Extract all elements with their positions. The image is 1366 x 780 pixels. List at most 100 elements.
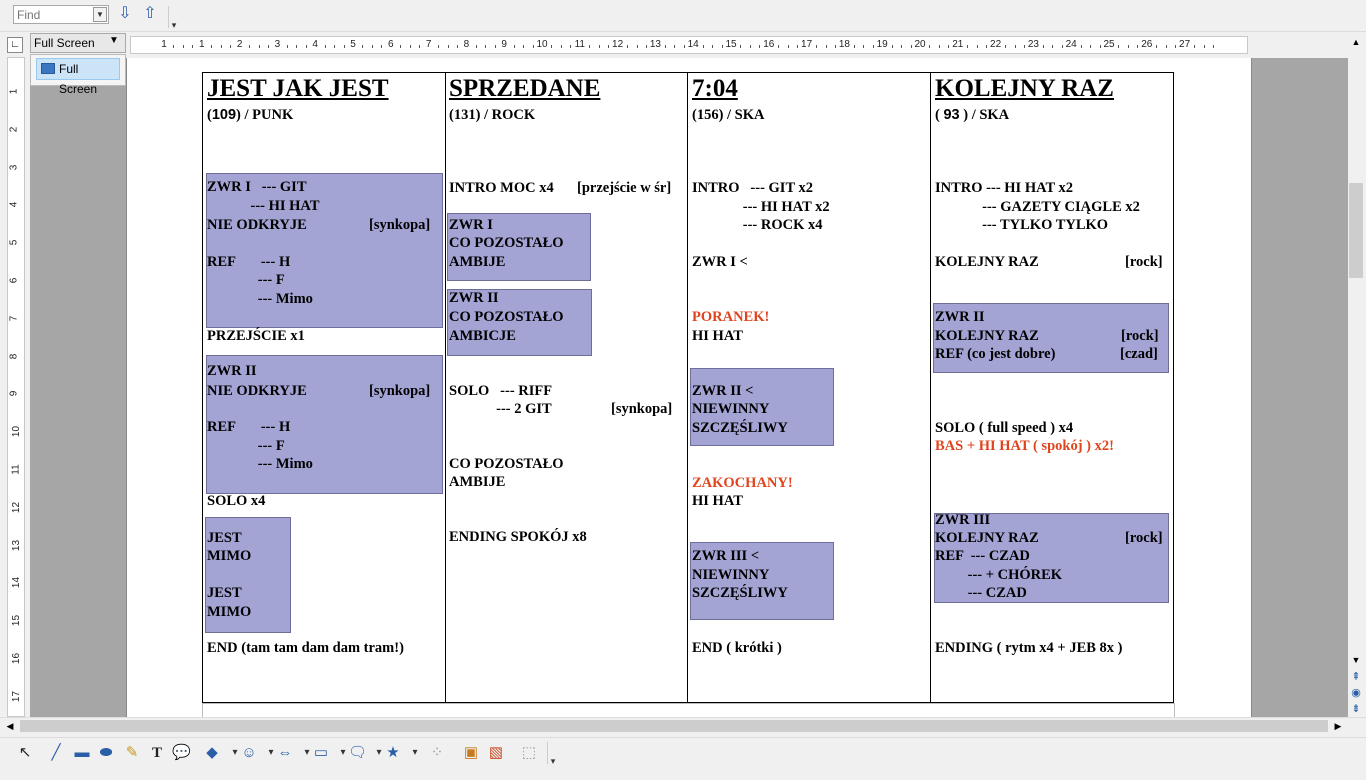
find-field[interactable]: ▼ xyxy=(13,5,109,24)
scroll-left-icon[interactable]: ◀ xyxy=(3,720,17,732)
ruler-number: 4 xyxy=(312,39,318,50)
song-title: KOLEJNY RAZ xyxy=(935,75,1114,102)
zoom-option-label: Full Screen xyxy=(59,62,98,96)
vertical-scroll-thumb[interactable] xyxy=(1349,183,1363,278)
ruler-tick xyxy=(1165,45,1167,48)
ruler-tick xyxy=(1203,45,1205,48)
section-line: --- 2 GIT xyxy=(449,401,552,417)
section-line: ENDING SPOKÓJ x8 xyxy=(449,529,587,545)
section-line: AMBICJE xyxy=(449,328,516,344)
previous-page-icon[interactable]: ⇞ xyxy=(1349,670,1363,684)
section-line: SOLO x4 xyxy=(207,493,266,509)
song-table: JEST JAK JEST (109) / PUNK ZWR I --- GIT… xyxy=(202,72,1174,703)
rectangle-icon[interactable]: ▬ xyxy=(73,744,91,762)
stars-icon[interactable]: ★ xyxy=(384,744,402,762)
ruler-tick xyxy=(816,45,818,48)
chevron-down-icon[interactable]: ▼ xyxy=(109,35,119,46)
ruler-tick xyxy=(1052,45,1054,48)
ruler-number: 2 xyxy=(8,126,20,133)
ruler-number: 17 xyxy=(801,39,813,50)
ruler-number: 19 xyxy=(876,39,888,50)
section-line: INTRO --- GIT x2 xyxy=(692,180,813,196)
ruler-number: 15 xyxy=(11,615,23,627)
scroll-right-icon[interactable]: ▶ xyxy=(1331,720,1345,732)
section-line: --- TYLKO TYLKO xyxy=(935,217,1109,233)
block-arrows-icon[interactable]: ⇔ xyxy=(276,744,294,762)
section-note: [synkopa] xyxy=(369,383,431,399)
section-line: NIE ODKRYJE xyxy=(207,383,307,399)
find-input[interactable] xyxy=(14,6,96,24)
ruler-tick xyxy=(230,45,232,48)
extrusion-icon[interactable]: ⬚ xyxy=(520,744,538,762)
section-line: ZWR II xyxy=(935,309,985,325)
freeform-line-icon[interactable]: ✎ xyxy=(123,744,141,762)
callouts-icon[interactable]: 🗨 xyxy=(348,744,367,762)
find-previous-icon[interactable]: ⇧ xyxy=(140,4,160,24)
ruler-tick xyxy=(494,45,496,48)
line-icon[interactable]: ╱ xyxy=(47,744,65,762)
ruler-tick xyxy=(627,45,629,48)
song-column-4: KOLEJNY RAZ ( 93 ) / SKA INTRO --- HI HA… xyxy=(930,72,1174,703)
section-note: [synkopa] xyxy=(611,401,673,417)
section-line: AMBIJE xyxy=(449,254,506,270)
song-title: SPRZEDANE xyxy=(449,75,601,102)
find-dropdown-button[interactable]: ▼ xyxy=(93,7,107,22)
section-line: ZWR III < xyxy=(692,548,760,564)
ruler-number: 5 xyxy=(8,239,20,246)
tab-stop-icon[interactable]: ∟ xyxy=(7,37,23,53)
ruler-number: 17 xyxy=(11,690,23,702)
ruler-tick xyxy=(371,45,373,48)
ruler-tick xyxy=(1156,45,1158,48)
scroll-down-icon[interactable]: ▼ xyxy=(1349,653,1363,667)
find-next-icon[interactable]: ⇩ xyxy=(115,4,135,24)
drawbar-overflow-icon[interactable]: ▾ xyxy=(547,742,558,766)
horizontal-ruler[interactable]: 1 1 2 3 4 5 6 7 8 9 10 11 12 13 14 15 16 17 18 19 20 21 22 23 24… xyxy=(130,36,1248,54)
vertical-ruler[interactable]: 1 2 3 4 5 6 7 8 9 10 11 12 13 14 15 16 17 xyxy=(7,57,25,717)
callout-icon[interactable]: 💬 xyxy=(172,744,191,762)
zoom-select-value: Full Screen xyxy=(34,36,95,50)
ruler-tick xyxy=(343,45,345,48)
ruler-tick xyxy=(456,45,458,48)
ruler-number: 5 xyxy=(350,39,356,50)
next-page-icon[interactable]: ⇟ xyxy=(1349,702,1363,716)
ruler-number: 1 xyxy=(199,39,205,50)
zoom-select[interactable]: Full Screen ▼ xyxy=(30,33,126,53)
horizontal-scroll-thumb[interactable] xyxy=(20,720,1328,732)
ruler-tick xyxy=(787,45,789,48)
ruler-tick xyxy=(192,45,194,48)
symbol-shapes-icon[interactable]: ☺ xyxy=(240,744,258,762)
section-line: ZWR I xyxy=(449,217,493,233)
ruler-tick xyxy=(438,45,440,48)
ruler-tick xyxy=(891,45,893,48)
ellipse-icon[interactable]: ⬬ xyxy=(97,744,115,762)
ruler-tick xyxy=(797,45,799,48)
song-column-2: SPRZEDANE (131) / ROCK INTRO MOC x4 [prz… xyxy=(445,72,688,703)
ruler-number: 1 xyxy=(8,88,20,95)
stars-dropdown-icon[interactable]: ▾ xyxy=(406,744,424,762)
section-line: END ( krótki ) xyxy=(692,640,782,656)
ruler-tick xyxy=(1042,45,1044,48)
fontwork-icon[interactable]: ▣ xyxy=(462,744,480,762)
ruler-number: 25 xyxy=(1103,39,1115,50)
flowchart-icon[interactable]: ▭ xyxy=(312,744,330,762)
zoom-option-full-screen[interactable]: Full Screen xyxy=(36,58,120,96)
points-icon[interactable]: ⁘ xyxy=(428,744,446,762)
text-box-icon[interactable]: T xyxy=(148,744,166,762)
toolbar-overflow-icon[interactable]: ▾ xyxy=(168,6,179,30)
ruler-number: 1 xyxy=(161,39,167,50)
select-arrow-icon[interactable]: ↖ xyxy=(16,744,34,762)
section-line: CO POZOSTAŁO xyxy=(449,456,564,472)
vertical-scrollbar[interactable] xyxy=(1348,33,1366,717)
scroll-up-icon[interactable]: ▲ xyxy=(1349,35,1363,49)
basic-shapes-icon[interactable]: ◆ xyxy=(203,744,221,762)
insert-image-icon[interactable]: ▧ xyxy=(487,744,505,762)
navigator-icon[interactable]: ◉ xyxy=(1349,686,1363,700)
ruler-tick xyxy=(778,45,780,48)
ruler-number: 3 xyxy=(8,164,20,170)
section-line: ZWR I --- GIT xyxy=(207,179,307,195)
ruler-tick xyxy=(986,45,988,48)
ruler-number: 21 xyxy=(952,39,964,50)
ruler-tick xyxy=(334,45,336,48)
ruler-tick xyxy=(636,45,638,48)
ruler-number: 10 xyxy=(536,39,548,50)
